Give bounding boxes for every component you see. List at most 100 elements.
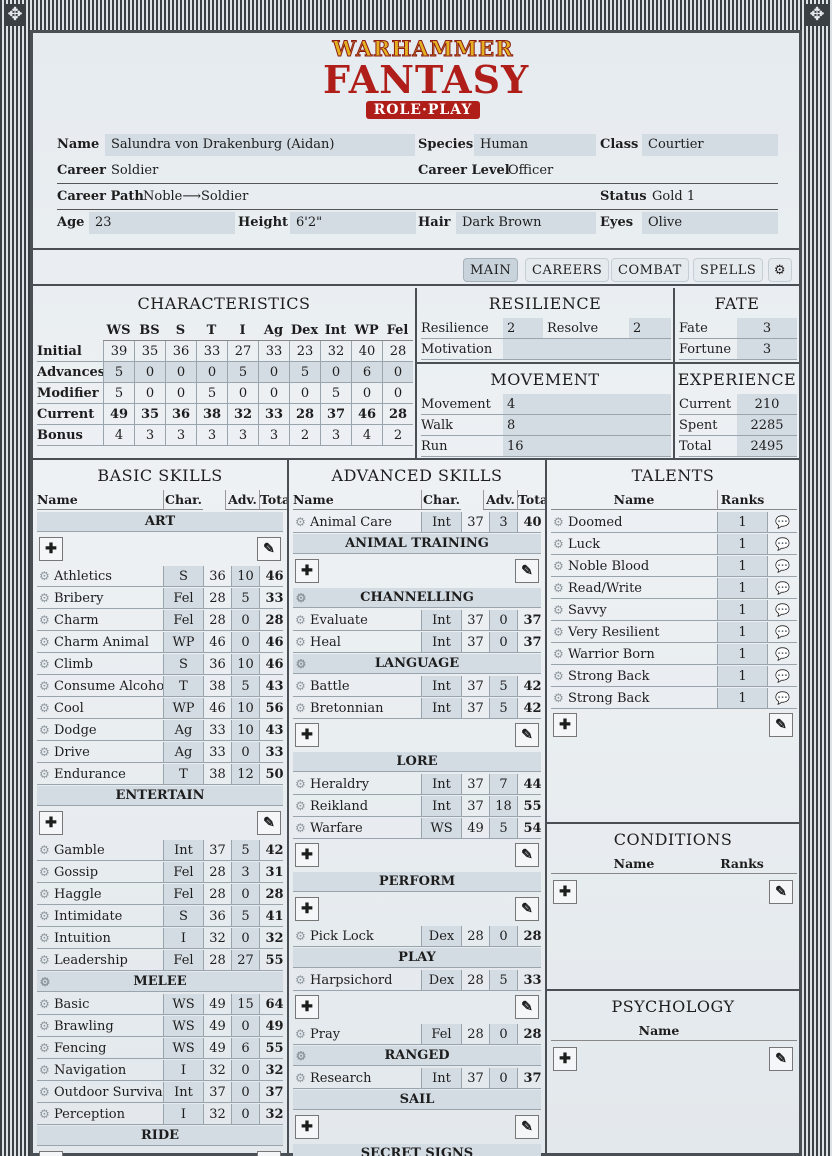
gear-icon[interactable]: ⚙ — [553, 622, 565, 642]
tab-careers[interactable]: CAREERS — [525, 258, 610, 282]
add-skill-button[interactable]: ✚ — [39, 811, 63, 835]
skill-name[interactable]: ⚙ Outdoor Survival — [37, 1082, 163, 1102]
edit-skill-button[interactable]: ✎ — [515, 995, 539, 1019]
skill-name[interactable]: ⚙ Battle — [293, 676, 421, 696]
add-skill-button[interactable]: ✚ — [39, 537, 63, 561]
gear-icon[interactable]: ⚙ — [39, 928, 51, 948]
skill-advances[interactable]: 10 — [231, 720, 259, 740]
skill-advances[interactable]: 0 — [231, 610, 259, 630]
gear-icon[interactable]: ⚙ — [553, 666, 565, 686]
talent-rank[interactable]: 1 — [717, 534, 767, 554]
speech-bubble-icon[interactable]: 💬 — [767, 534, 797, 554]
gear-icon[interactable]: ⚙ — [295, 926, 307, 946]
gear-icon[interactable]: ⚙ — [39, 1104, 51, 1124]
talent-rank[interactable]: 1 — [717, 600, 767, 620]
add-talent-button[interactable]: ✚ — [553, 713, 577, 737]
skill-name[interactable]: ⚙ Athletics — [37, 566, 163, 586]
skill-advances[interactable]: 27 — [231, 950, 259, 970]
skill-advances[interactable]: 10 — [231, 566, 259, 586]
gear-icon[interactable]: ⚙ — [295, 698, 307, 718]
skill-advances[interactable]: 0 — [231, 1082, 259, 1102]
skill-name[interactable]: ⚙ Charm — [37, 610, 163, 630]
eyes-value[interactable]: Olive — [642, 212, 778, 234]
edit-skill-button[interactable]: ✎ — [515, 723, 539, 747]
char-value[interactable]: 0 — [258, 362, 289, 383]
skill-advances[interactable]: 6 — [231, 1038, 259, 1058]
gear-icon[interactable]: ⚙ — [553, 578, 565, 598]
gear-icon[interactable]: ⚙ — [295, 796, 307, 816]
skill-name[interactable]: ⚙ Research — [293, 1068, 421, 1088]
gear-icon[interactable]: ⚙ — [553, 534, 565, 554]
edit-skill-button[interactable]: ✎ — [515, 1115, 539, 1139]
class-value[interactable]: Courtier — [642, 134, 778, 156]
add-skill-button[interactable]: ✚ — [295, 995, 319, 1019]
talent-rank[interactable]: 1 — [717, 512, 767, 532]
edit-skill-button[interactable]: ✎ — [257, 1151, 281, 1156]
skill-advances[interactable]: 5 — [489, 970, 517, 990]
gear-icon[interactable]: ⚙ — [39, 884, 51, 904]
species-value[interactable]: Human — [474, 134, 596, 156]
gear-icon[interactable]: ⚙ — [39, 1038, 51, 1058]
gear-icon[interactable]: ⚙ — [39, 566, 51, 586]
edit-psychology-button[interactable]: ✎ — [769, 1047, 793, 1071]
gear-icon[interactable]: ⚙ — [39, 862, 51, 882]
skill-name[interactable]: ⚙ Intuition — [37, 928, 163, 948]
edit-skill-button[interactable]: ✎ — [515, 843, 539, 867]
skill-advances[interactable]: 5 — [489, 698, 517, 718]
skill-name[interactable]: ⚙ Leadership — [37, 950, 163, 970]
add-skill-button[interactable]: ✚ — [39, 1151, 63, 1156]
talent-name[interactable]: ⚙ Warrior Born — [551, 644, 717, 664]
skill-advances[interactable]: 10 — [231, 654, 259, 674]
skill-advances[interactable]: 10 — [231, 698, 259, 718]
skill-advances[interactable]: 7 — [489, 774, 517, 794]
resolve-value[interactable]: 2 — [629, 318, 671, 338]
movement-value[interactable]: 4 — [503, 394, 671, 414]
char-value[interactable]: 0 — [320, 362, 351, 383]
speech-bubble-icon[interactable]: 💬 — [767, 622, 797, 642]
gear-icon[interactable]: ⚙ — [39, 610, 51, 630]
hair-value[interactable]: Dark Brown — [456, 212, 596, 234]
skill-advances[interactable]: 0 — [231, 632, 259, 652]
run-value[interactable]: 16 — [503, 436, 671, 456]
resilience-value[interactable]: 2 — [503, 318, 543, 338]
gear-icon[interactable]: ⚙ — [39, 1082, 51, 1102]
skill-name[interactable]: ⚙ Cool — [37, 698, 163, 718]
gear-icon[interactable]: ⚙ — [295, 654, 307, 674]
skill-name[interactable]: ⚙ Charm Animal — [37, 632, 163, 652]
gear-icon[interactable]: ⚙ — [295, 588, 307, 608]
edit-talents-button[interactable]: ✎ — [769, 713, 793, 737]
gear-icon[interactable]: ⚙ — [553, 556, 565, 576]
career-value[interactable]: Soldier — [105, 160, 415, 182]
settings-gear-icon[interactable]: ⚙ — [768, 258, 792, 282]
tab-main[interactable]: MAIN — [463, 258, 519, 282]
speech-bubble-icon[interactable]: 💬 — [767, 556, 797, 576]
skill-advances[interactable]: 5 — [231, 676, 259, 696]
speech-bubble-icon[interactable]: 💬 — [767, 512, 797, 532]
edit-skill-button[interactable]: ✎ — [515, 559, 539, 583]
xp-total-value[interactable]: 2495 — [737, 436, 797, 456]
add-skill-button[interactable]: ✚ — [295, 1115, 319, 1139]
gear-icon[interactable]: ⚙ — [39, 950, 51, 970]
edit-conditions-button[interactable]: ✎ — [769, 880, 793, 904]
talent-name[interactable]: ⚙ Savvy — [551, 600, 717, 620]
career-path-value[interactable]: Noble⟶Soldier — [137, 186, 597, 208]
char-value[interactable]: 0 — [134, 362, 165, 383]
skill-advances[interactable]: 5 — [489, 818, 517, 838]
talent-rank[interactable]: 1 — [717, 666, 767, 686]
skill-advances[interactable]: 0 — [489, 926, 517, 946]
gear-icon[interactable]: ⚙ — [295, 512, 307, 532]
skill-name[interactable]: ⚙ Warfare — [293, 818, 421, 838]
edit-skill-button[interactable]: ✎ — [257, 537, 281, 561]
height-value[interactable]: 6'2" — [290, 212, 416, 234]
speech-bubble-icon[interactable]: 💬 — [767, 578, 797, 598]
skill-name[interactable]: ⚙ Heal — [293, 632, 421, 652]
add-skill-button[interactable]: ✚ — [295, 843, 319, 867]
gear-icon[interactable]: ⚙ — [553, 644, 565, 664]
skill-name[interactable]: ⚙ Endurance — [37, 764, 163, 784]
edit-skill-button[interactable]: ✎ — [515, 897, 539, 921]
talent-name[interactable]: ⚙ Strong Back — [551, 688, 717, 708]
gear-icon[interactable]: ⚙ — [39, 994, 51, 1014]
tab-combat[interactable]: COMBAT — [611, 258, 689, 282]
skill-advances[interactable]: 0 — [489, 1024, 517, 1044]
skill-advances[interactable]: 3 — [489, 512, 517, 532]
